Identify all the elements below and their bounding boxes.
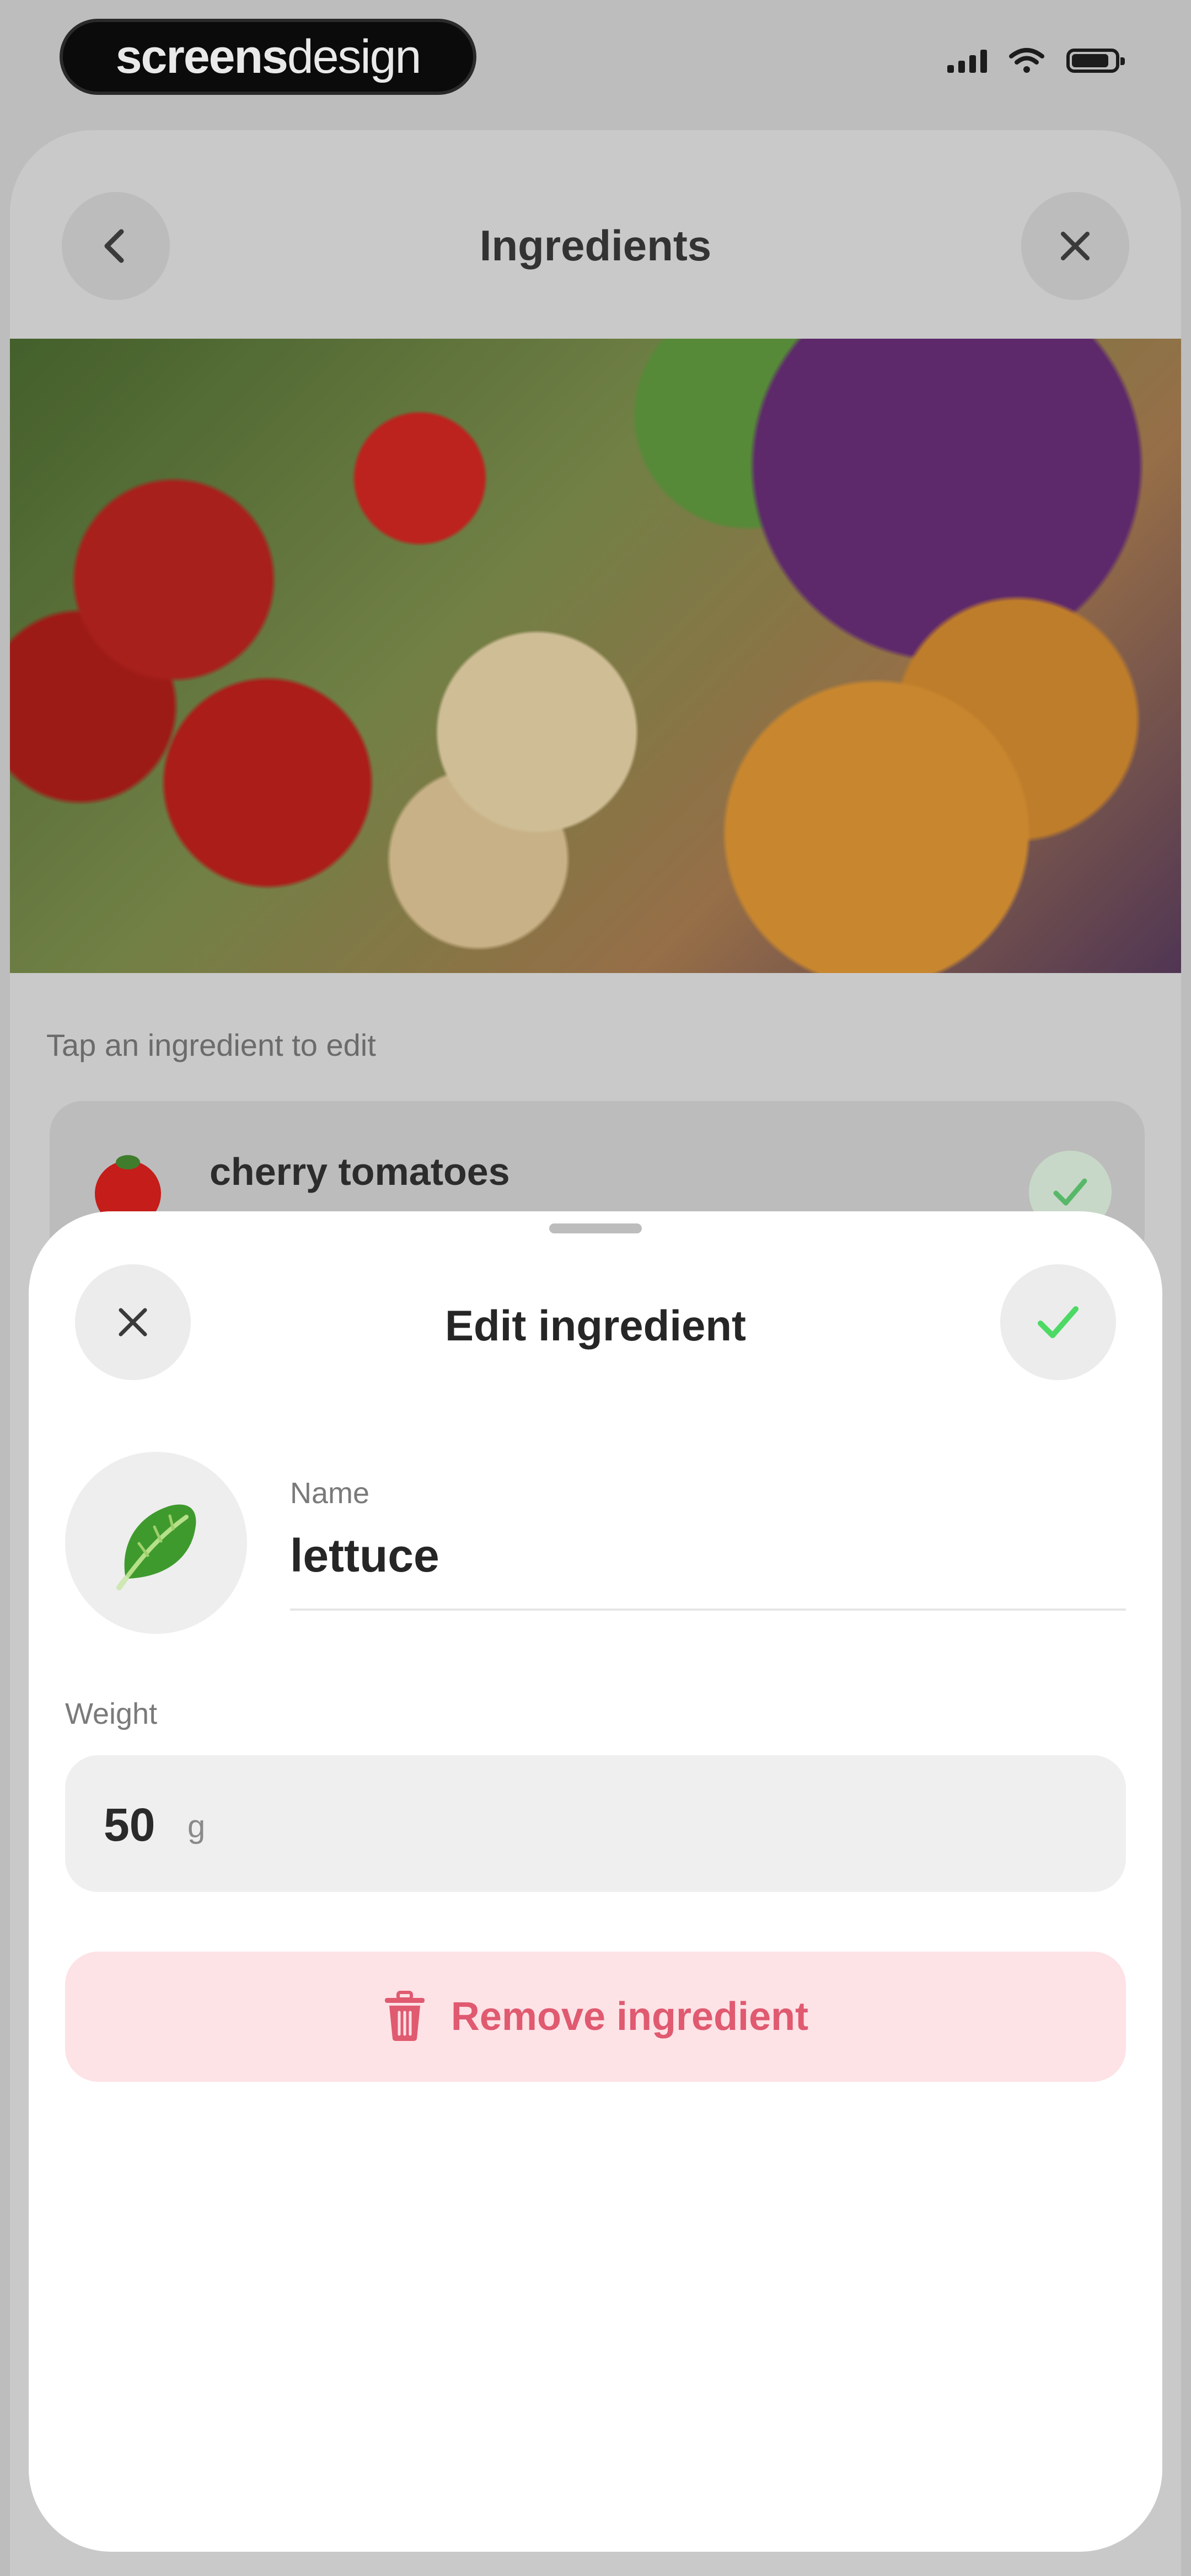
remove-ingredient-label: Remove ingredient [450,1995,809,2039]
edit-hint: Tap an ingredient to edit [46,1028,376,1062]
name-field-underline [290,1608,1126,1611]
name-label: Name [290,1477,370,1510]
lettuce-icon [116,1504,196,1590]
ingredients-header: Ingredients [10,130,1181,339]
checkmark-icon [1038,1306,1079,1338]
page-title: Ingredients [479,221,712,270]
cellular-signal-icon [947,49,987,73]
weight-label: Weight [65,1697,158,1730]
status-bar: screens design [0,0,1191,127]
sheet-grabber[interactable] [549,1223,642,1233]
salad-photo [10,339,1181,973]
status-icons [947,47,1125,74]
wifi-icon [1009,48,1044,73]
weight-unit: g [187,1809,206,1845]
weight-field[interactable]: 50 g [65,1755,1126,1892]
name-field[interactable]: lettuce [290,1529,439,1583]
remove-ingredient-button[interactable]: Remove ingredient [65,1952,1126,2082]
close-button[interactable] [1021,192,1129,300]
confirm-button[interactable] [1000,1264,1116,1380]
weight-value: 50 [104,1799,155,1851]
edit-ingredient-sheet: Edit ingredient Name lettuce Weight 50 g… [29,1211,1162,2552]
battery-icon [1066,49,1125,73]
checkmark-icon [1053,1178,1087,1206]
ingredient-avatar[interactable] [65,1452,247,1634]
trash-icon [384,1991,425,2041]
close-icon [1061,232,1090,260]
ingredient-name: cherry tomatoes [210,1150,510,1193]
sheet-title: Edit ingredient [445,1301,746,1350]
screensdesign-logo: screens design [60,19,476,95]
